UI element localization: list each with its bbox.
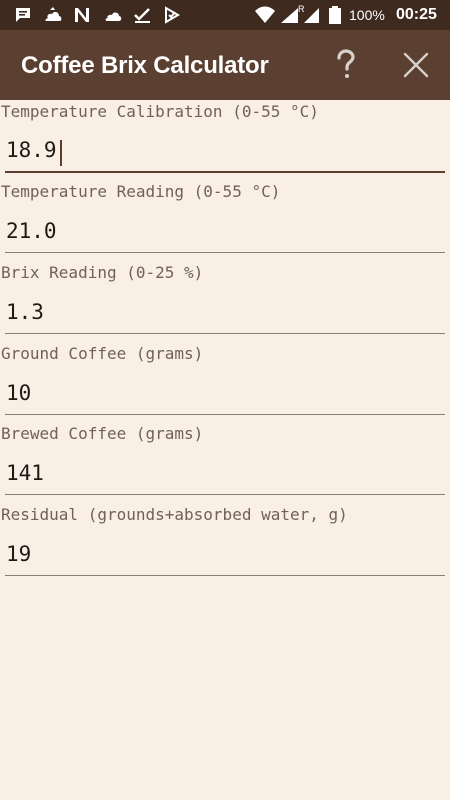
battery-icon	[329, 6, 341, 24]
residual-input[interactable]	[5, 536, 445, 576]
text-cursor	[60, 140, 62, 166]
battery-percentage: 100%	[349, 7, 385, 23]
app-bar: Coffee Brix Calculator	[0, 30, 450, 100]
field-residual: Residual (grounds+absorbed water, g)	[0, 503, 450, 583]
status-bar: R 100% 00:25	[0, 0, 450, 30]
signal-icon	[301, 6, 321, 24]
close-icon	[403, 52, 429, 78]
field-brewed-coffee: Brewed Coffee (grams)	[0, 422, 450, 502]
temperature-calibration-input[interactable]	[5, 133, 445, 173]
field-label: Residual (grounds+absorbed water, g)	[1, 505, 348, 524]
ground-coffee-input[interactable]	[5, 375, 445, 415]
clock: 00:25	[396, 6, 437, 23]
n-logo-icon	[73, 6, 91, 24]
field-label: Brix Reading (0-25 %)	[1, 263, 204, 282]
message-icon	[14, 6, 32, 24]
brix-reading-input[interactable]	[5, 294, 445, 334]
checkbox-flag-icon	[163, 6, 183, 24]
close-button[interactable]	[397, 45, 437, 85]
temperature-reading-input[interactable]	[5, 213, 445, 253]
field-brix-reading: Brix Reading (0-25 %)	[0, 261, 450, 341]
app-title: Coffee Brix Calculator	[21, 52, 269, 79]
checkmark-icon	[133, 6, 153, 24]
field-label: Temperature Reading (0-55 °C)	[1, 182, 281, 201]
help-button[interactable]	[326, 45, 366, 85]
cloud-icon	[103, 6, 123, 24]
field-label: Temperature Calibration (0-55 °C)	[1, 102, 319, 121]
cloud-pie-icon	[43, 6, 63, 24]
field-temperature-calibration: Temperature Calibration (0-55 °C)	[0, 100, 450, 180]
wifi-icon	[254, 6, 276, 24]
question-mark-icon	[337, 49, 355, 78]
field-temperature-reading: Temperature Reading (0-55 °C)	[0, 180, 450, 260]
field-label: Brewed Coffee (grams)	[1, 424, 204, 443]
field-ground-coffee: Ground Coffee (grams)	[0, 342, 450, 422]
signal-r-icon	[278, 6, 300, 24]
field-label: Ground Coffee (grams)	[1, 344, 204, 363]
brewed-coffee-input[interactable]	[5, 455, 445, 495]
